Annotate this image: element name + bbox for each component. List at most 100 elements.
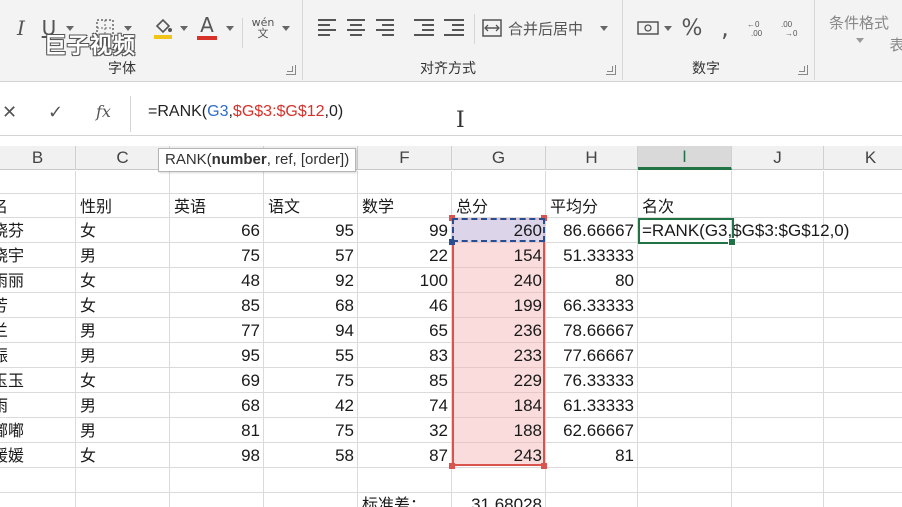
cell-total[interactable]: 199 — [452, 294, 546, 318]
cell-chinese[interactable]: 57 — [264, 244, 358, 268]
cell-average[interactable]: 76.33333 — [546, 369, 638, 393]
percent-button[interactable]: % — [678, 14, 706, 42]
align-left-icon[interactable] — [318, 17, 338, 37]
decrease-decimal-icon[interactable]: .00 →0 — [780, 14, 808, 42]
std-dev-label[interactable]: 标准差： — [358, 493, 452, 507]
header-math[interactable]: 数学 — [358, 195, 452, 219]
cell-math[interactable]: 83 — [358, 344, 452, 368]
cell-gender[interactable]: 女 — [76, 369, 170, 393]
cell-english[interactable]: 85 — [170, 294, 264, 318]
fill-dropdown-icon[interactable] — [180, 26, 188, 31]
cell-average[interactable]: 80 — [546, 269, 638, 293]
cell-total[interactable]: 260 — [452, 219, 546, 243]
cell-gender[interactable]: 男 — [76, 344, 170, 368]
conditional-format-button[interactable]: 条件格式 — [824, 8, 894, 36]
column-header-k[interactable]: K — [824, 146, 902, 170]
cell-average[interactable]: 86.66667 — [546, 219, 638, 243]
cell-english[interactable]: 66 — [170, 219, 264, 243]
cell-gender[interactable]: 男 — [76, 319, 170, 343]
cell-average[interactable]: 51.33333 — [546, 244, 638, 268]
cell-average[interactable]: 81 — [546, 444, 638, 468]
cell-name[interactable]: 嘟嘟 — [0, 419, 76, 443]
header-english[interactable]: 英语 — [170, 195, 264, 219]
cell-chinese[interactable]: 55 — [264, 344, 358, 368]
cell-chinese[interactable]: 95 — [264, 219, 358, 243]
phonetic-button[interactable]: wén 文 — [250, 14, 276, 42]
column-header-h[interactable]: H — [546, 146, 638, 170]
cell-math[interactable]: 74 — [358, 394, 452, 418]
cell-gender[interactable]: 男 — [76, 244, 170, 268]
column-header-f[interactable]: F — [358, 146, 452, 170]
cancel-icon[interactable]: ✕ — [2, 102, 17, 123]
column-header-i[interactable]: I — [638, 146, 732, 170]
cell-gender[interactable]: 男 — [76, 394, 170, 418]
cell-math[interactable]: 85 — [358, 369, 452, 393]
cell-average[interactable]: 77.66667 — [546, 344, 638, 368]
formula-input[interactable]: =RANK(G3,$G$3:$G$12,0) — [148, 103, 343, 121]
cell-average[interactable]: 61.33333 — [546, 394, 638, 418]
fill-color-icon[interactable] — [150, 14, 176, 42]
cell-math[interactable]: 22 — [358, 244, 452, 268]
accounting-dropdown-icon[interactable] — [664, 26, 672, 31]
column-header-g[interactable]: G — [452, 146, 546, 170]
cell-name[interactable]: 雨 — [0, 394, 76, 418]
header-total[interactable]: 总分 — [452, 195, 546, 219]
cell-total[interactable]: 229 — [452, 369, 546, 393]
cell-total[interactable]: 240 — [452, 269, 546, 293]
header-rank[interactable]: 名次 — [638, 195, 732, 219]
cell-math[interactable]: 100 — [358, 269, 452, 293]
cell-total[interactable]: 154 — [452, 244, 546, 268]
cell-english[interactable]: 69 — [170, 369, 264, 393]
cell-gender[interactable]: 男 — [76, 419, 170, 443]
header-chinese[interactable]: 语文 — [264, 195, 358, 219]
decrease-indent-icon[interactable] — [414, 17, 434, 37]
cell-english[interactable]: 75 — [170, 244, 264, 268]
cell-name[interactable]: 媛媛 — [0, 444, 76, 468]
cell-total[interactable]: 184 — [452, 394, 546, 418]
header-name[interactable]: 名 — [0, 195, 76, 219]
cell-name[interactable]: 晓芬 — [0, 219, 76, 243]
insert-function-button[interactable]: fx — [96, 102, 111, 121]
active-cell-i3[interactable] — [638, 218, 736, 246]
comma-style-button[interactable]: , — [714, 14, 736, 42]
cell-name[interactable]: 雨丽 — [0, 269, 76, 293]
cell-chinese[interactable]: 75 — [264, 369, 358, 393]
cell-english[interactable]: 48 — [170, 269, 264, 293]
cell-english[interactable]: 98 — [170, 444, 264, 468]
cell-chinese[interactable]: 68 — [264, 294, 358, 318]
std-dev-value[interactable]: 31.68028 — [452, 493, 546, 507]
phonetic-dropdown-icon[interactable] — [282, 26, 290, 31]
merge-dropdown-icon[interactable] — [600, 26, 608, 31]
cell-name[interactable]: 玉玉 — [0, 369, 76, 393]
cell-english[interactable]: 68 — [170, 394, 264, 418]
cell-average[interactable]: 62.66667 — [546, 419, 638, 443]
cell-grid[interactable]: 名 性别 英语 语文 数学 总分 平均分 名次 晓芬 女 66 95 99 26… — [0, 171, 902, 507]
cell-name[interactable]: 晓宇 — [0, 244, 76, 268]
column-header-b[interactable]: B — [0, 146, 76, 170]
cell-gender[interactable]: 女 — [76, 219, 170, 243]
cell-total[interactable]: 233 — [452, 344, 546, 368]
cell-math[interactable]: 32 — [358, 419, 452, 443]
cell-name[interactable]: 振 — [0, 344, 76, 368]
cell-name[interactable]: 兰 — [0, 319, 76, 343]
cell-average[interactable]: 66.33333 — [546, 294, 638, 318]
align-right-icon[interactable] — [374, 17, 394, 37]
cell-chinese[interactable]: 75 — [264, 419, 358, 443]
cell-name[interactable]: 芳 — [0, 294, 76, 318]
cell-english[interactable]: 77 — [170, 319, 264, 343]
font-color-dropdown-icon[interactable] — [226, 26, 234, 31]
alignment-dialog-launcher-icon[interactable] — [606, 65, 616, 75]
cell-english[interactable]: 95 — [170, 344, 264, 368]
column-header-j[interactable]: J — [732, 146, 824, 170]
cell-gender[interactable]: 女 — [76, 444, 170, 468]
format-as-table-partial[interactable]: 表 — [890, 30, 902, 58]
increase-indent-icon[interactable] — [444, 17, 464, 37]
cell-total[interactable]: 243 — [452, 444, 546, 468]
cell-chinese[interactable]: 42 — [264, 394, 358, 418]
number-dialog-launcher-icon[interactable] — [798, 65, 808, 75]
increase-decimal-icon[interactable]: ←0.00 — [746, 14, 774, 42]
cell-chinese[interactable]: 94 — [264, 319, 358, 343]
align-center-icon[interactable] — [346, 17, 366, 37]
header-average[interactable]: 平均分 — [546, 195, 638, 219]
font-color-button[interactable]: A — [194, 14, 220, 42]
